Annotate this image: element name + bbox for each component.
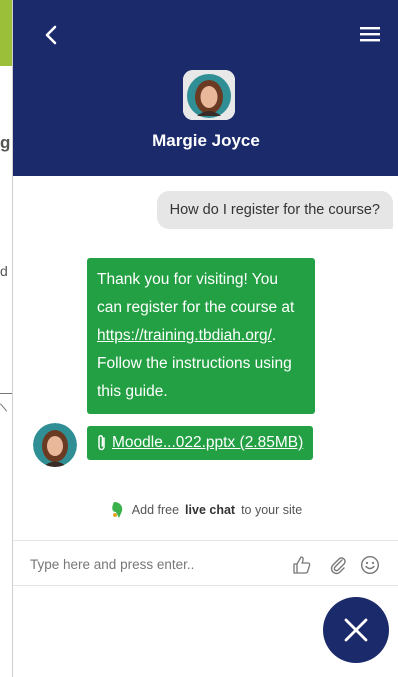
powered-by-suffix: to your site <box>241 503 303 517</box>
user-message-bubble: How do I register for the course? <box>156 191 393 229</box>
chat-header: Margie Joyce <box>13 0 398 176</box>
agent-message-avatar <box>33 423 77 467</box>
agent-avatar <box>183 70 235 120</box>
thumbs-up-icon <box>293 556 311 574</box>
background-text-fragment: g <box>0 133 11 152</box>
message-list: How do I register for the course? Thank … <box>13 176 398 536</box>
hamburger-menu-icon <box>360 27 380 42</box>
background-divider <box>0 393 12 394</box>
powered-by-prefix: Add free <box>131 503 180 517</box>
close-chat-button[interactable] <box>323 597 389 663</box>
agent-name: Margie Joyce <box>152 131 260 150</box>
attachment-bubble[interactable]: Moodle...022.pptx (2.85MB) <box>87 426 314 460</box>
close-icon <box>344 618 368 642</box>
powered-by-banner[interactable]: Add free live chat to your site <box>13 500 398 520</box>
attachment-filename: Moodle...022.pptx (2.85MB) <box>112 434 304 451</box>
message-input[interactable] <box>30 553 270 575</box>
message-composer <box>13 540 398 586</box>
course-link[interactable]: https://training.tbdiah.org/ <box>97 327 272 344</box>
paperclip-icon <box>330 557 346 575</box>
agent-message-bubble: Thank you for visiting! You can register… <box>87 258 315 414</box>
attach-file-button[interactable] <box>327 554 349 576</box>
powered-by-bold: live chat <box>185 503 236 517</box>
paperclip-icon <box>98 435 105 451</box>
back-button[interactable] <box>39 22 63 48</box>
tawk-logo-icon <box>112 502 122 518</box>
agent-message-text: Thank you for visiting! You can register… <box>97 271 295 316</box>
rate-button[interactable] <box>291 554 313 576</box>
chevron-left-icon <box>45 25 57 45</box>
chat-widget: Margie Joyce How do I register for the c… <box>12 0 398 677</box>
background-text-fragment: d <box>0 263 8 279</box>
agent-photo <box>183 70 235 120</box>
emoji-button[interactable] <box>359 554 381 576</box>
agent-photo <box>33 423 77 467</box>
smiley-icon <box>360 555 380 575</box>
menu-button[interactable] <box>357 22 383 46</box>
